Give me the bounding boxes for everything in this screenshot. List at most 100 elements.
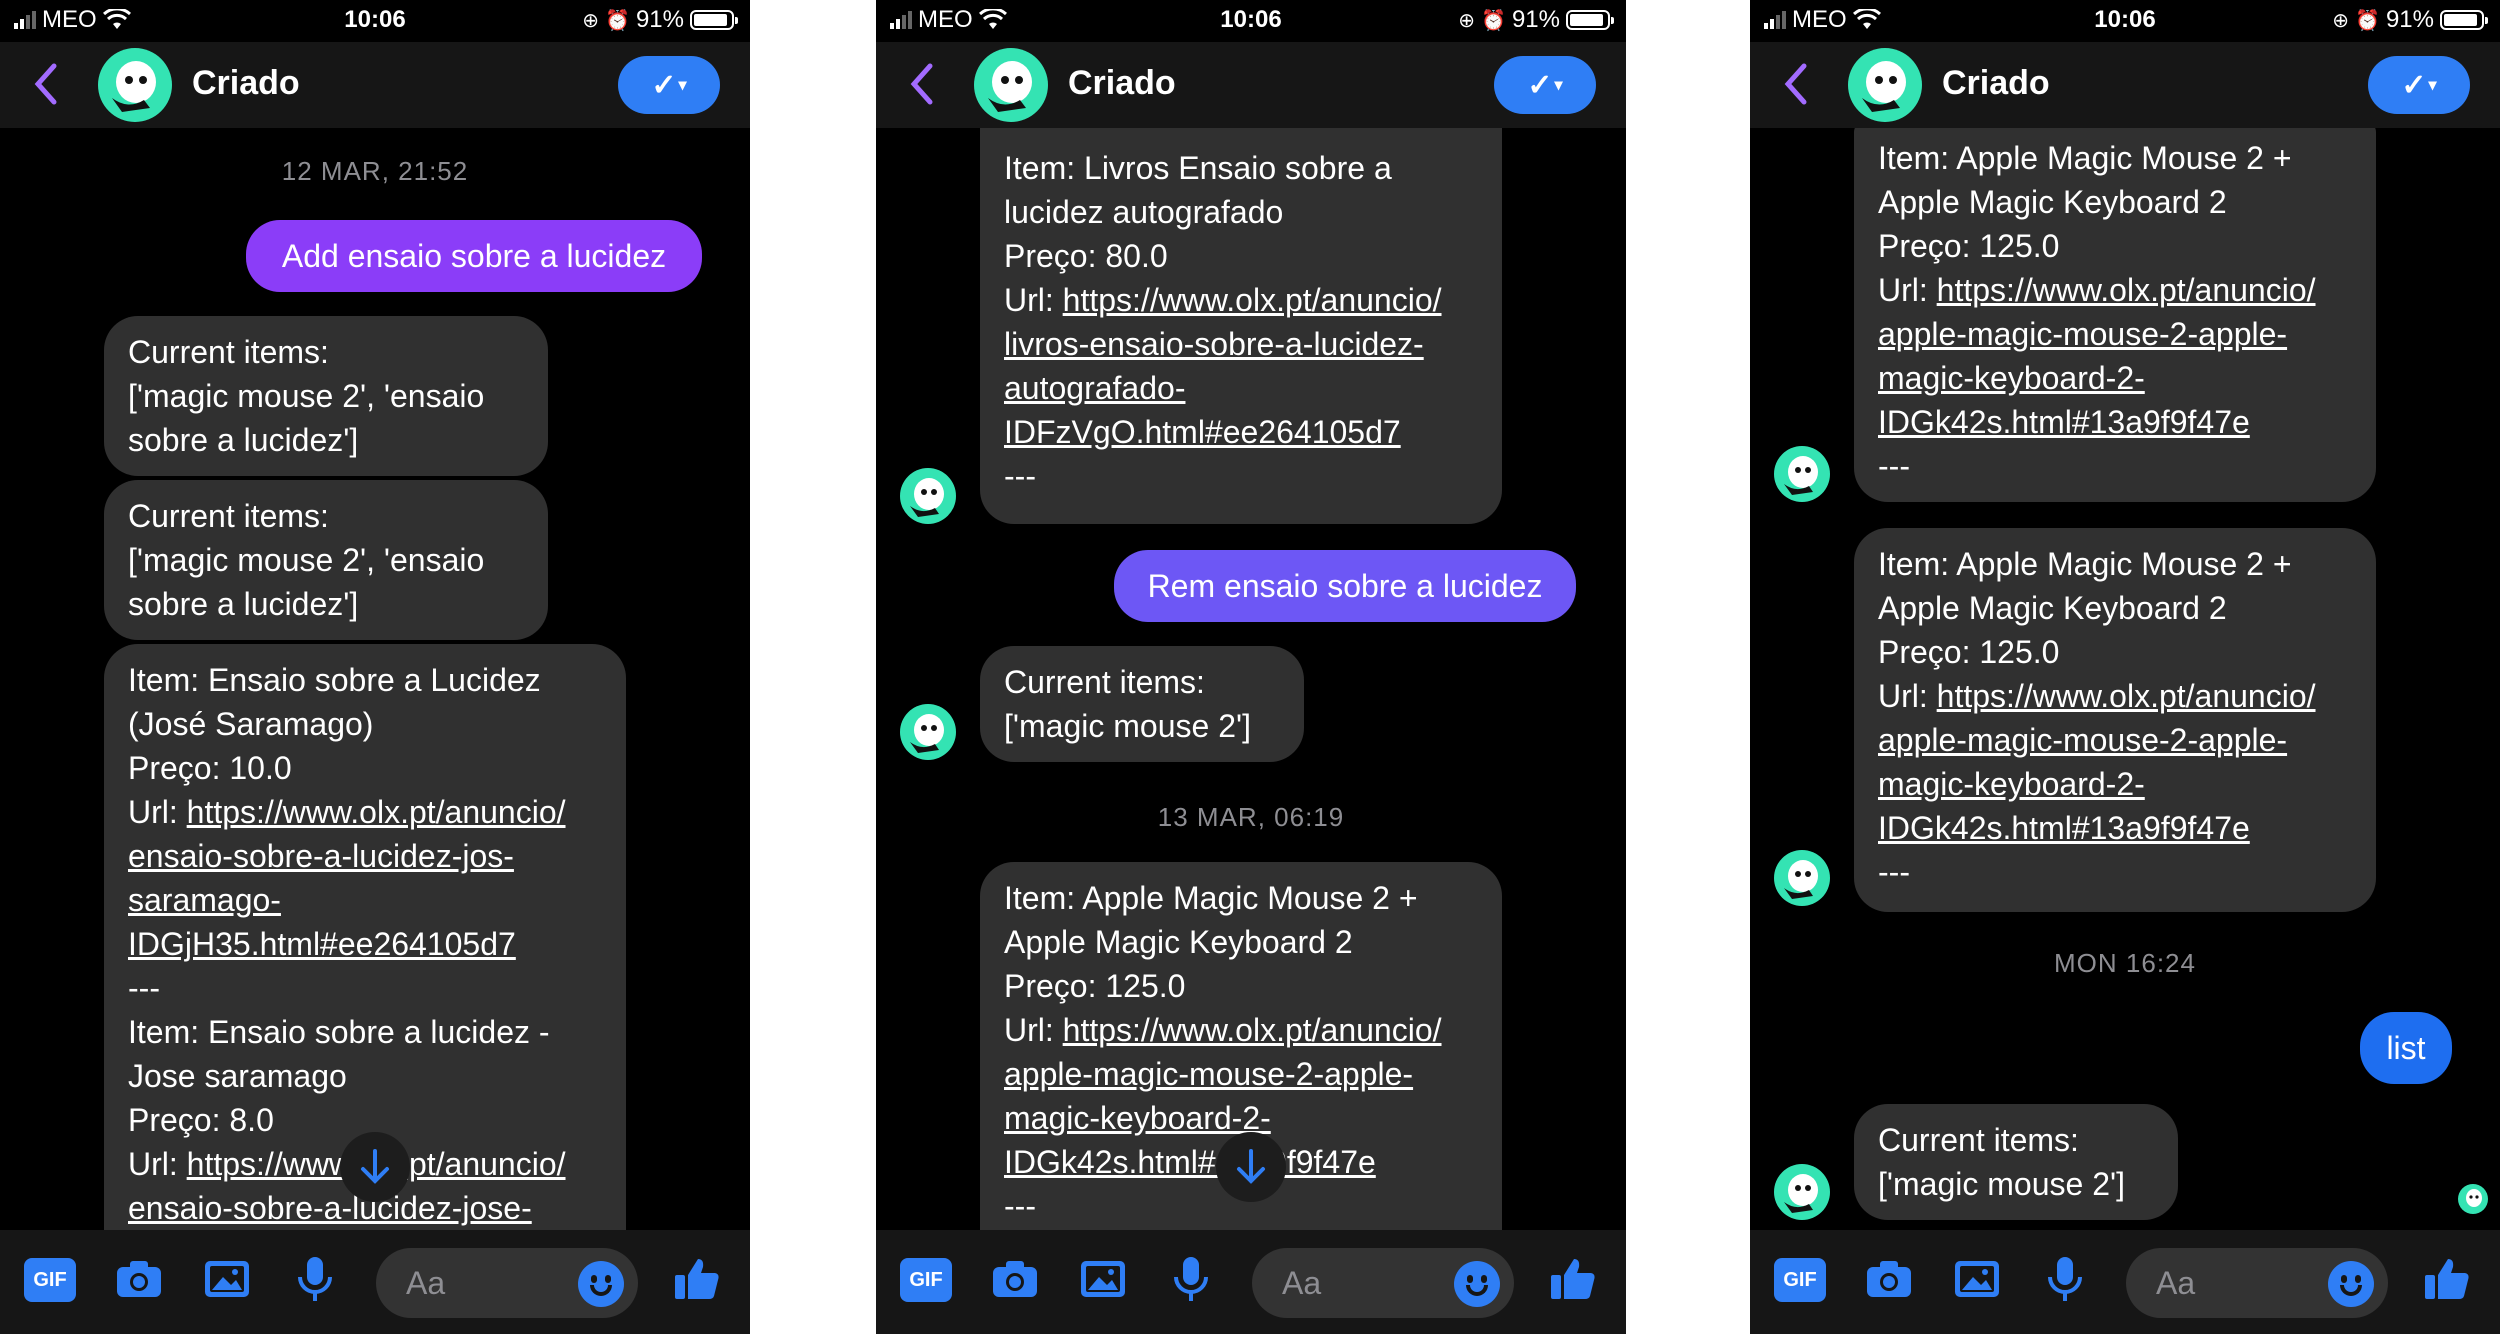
camera-icon [993, 1261, 1037, 1297]
camera-button[interactable] [1862, 1252, 1916, 1306]
like-button[interactable] [1546, 1252, 1600, 1306]
camera-button[interactable] [988, 1252, 1042, 1306]
message-line: Preço: 125.0 [1878, 228, 2060, 264]
listing-link[interactable]: saramago- [128, 882, 281, 918]
incoming-message[interactable]: Current items: ['magic mouse 2'] [1854, 1104, 2178, 1220]
incoming-message[interactable]: Current items: ['magic mouse 2', 'ensaio… [104, 480, 548, 640]
message-line: Item: Apple Magic Mouse 2 + [1878, 546, 2292, 582]
outgoing-message[interactable]: list [2360, 1012, 2452, 1084]
message-line: Current items: [128, 498, 329, 534]
message-list[interactable]: Item: Apple Magic Mouse 2 + Apple Magic … [1750, 128, 2500, 1230]
voice-button[interactable] [1164, 1252, 1218, 1306]
gif-button[interactable]: GIF [24, 1258, 76, 1302]
voice-button[interactable] [288, 1252, 342, 1306]
avatar[interactable] [974, 48, 1048, 122]
like-button[interactable] [2420, 1252, 2474, 1306]
message-composer[interactable] [1252, 1248, 1514, 1318]
listing-link[interactable]: magic-keyboard-2- [1878, 766, 2145, 802]
back-chevron-icon [1784, 63, 1807, 105]
voice-button[interactable] [2038, 1252, 2092, 1306]
message-list[interactable]: 12 MAR, 21:52 Add ensaio sobre a lucidez… [0, 128, 750, 1230]
scroll-to-bottom-button[interactable] [1216, 1132, 1286, 1202]
outgoing-message[interactable]: Rem ensaio sobre a lucidez [1114, 550, 1576, 622]
gif-button[interactable]: GIF [1774, 1258, 1826, 1302]
incoming-message[interactable]: --- Item: Livros Ensaio sobre a lucidez … [980, 128, 1502, 524]
listing-link[interactable]: apple-magic-mouse-2-apple- [1004, 1056, 1413, 1092]
listing-link[interactable]: livros-ensaio-sobre-a-lucidez- [1004, 326, 1424, 362]
contact-name[interactable]: Criado [192, 64, 300, 103]
orientation-lock-icon: ⊕ [582, 9, 600, 32]
message-line: ['magic mouse 2', 'ensaio [128, 542, 485, 578]
incoming-message[interactable]: Item: Apple Magic Mouse 2 + Apple Magic … [1854, 528, 2376, 912]
sender-avatar[interactable] [1774, 446, 1830, 502]
listing-link[interactable]: https://www.olx.pt/anuncio/ [1063, 1012, 1442, 1048]
message-composer[interactable] [376, 1248, 638, 1318]
message-composer[interactable] [2126, 1248, 2388, 1318]
message-list[interactable]: --- Item: Livros Ensaio sobre a lucidez … [876, 128, 1626, 1230]
listing-link[interactable]: IDGk42s.html#13a9f9f47e [1004, 1144, 1376, 1180]
checkmark-button[interactable]: ✓ ▾ [1494, 56, 1596, 114]
sender-avatar[interactable] [900, 468, 956, 524]
listing-link[interactable]: autografado- [1004, 370, 1185, 406]
chevron-down-icon: ▾ [1554, 77, 1563, 94]
emoji-icon[interactable] [1454, 1261, 1500, 1307]
message-line: Item: Apple Magic Mouse 2 + [1004, 880, 1418, 916]
contact-name[interactable]: Criado [1068, 64, 1176, 103]
message-line: --- [1878, 448, 1910, 484]
incoming-message[interactable]: Current items: ['magic mouse 2'] [980, 646, 1304, 762]
emoji-icon[interactable] [2328, 1261, 2374, 1307]
back-button[interactable] [902, 60, 942, 108]
message-line: Item: Ensaio sobre a lucidez - [128, 1014, 550, 1050]
sender-avatar[interactable] [900, 704, 956, 760]
checkmark-button[interactable]: ✓ ▾ [618, 56, 720, 114]
camera-icon [117, 1261, 161, 1297]
listing-link[interactable]: apple-magic-mouse-2-apple- [1878, 722, 2287, 758]
emoji-icon[interactable] [578, 1261, 624, 1307]
sender-avatar[interactable] [1774, 1164, 1830, 1220]
gallery-button[interactable] [1076, 1252, 1130, 1306]
listing-link[interactable]: https://www.olx.pt/anuncio/ [187, 794, 566, 830]
listing-link[interactable]: https://www.olx.pt/anuncio/ [1937, 272, 2316, 308]
sender-avatar[interactable] [1774, 850, 1830, 906]
gif-button[interactable]: GIF [900, 1258, 952, 1302]
avatar[interactable] [1848, 48, 1922, 122]
listing-link[interactable]: apple-magic-mouse-2-apple- [1878, 316, 2287, 352]
listing-link[interactable]: https://www.olx.pt/anuncio/ [1937, 678, 2316, 714]
composer-bar: GIF [0, 1230, 750, 1334]
listing-link[interactable]: IDGjH35.html#ee264105d7 [128, 926, 516, 962]
checkmark-button[interactable]: ✓ ▾ [2368, 56, 2470, 114]
camera-button[interactable] [112, 1252, 166, 1306]
message-line: ['magic mouse 2', 'ensaio [128, 378, 485, 414]
avatar[interactable] [98, 48, 172, 122]
outgoing-message[interactable]: Add ensaio sobre a lucidez [246, 220, 702, 292]
listing-link[interactable]: IDGk42s.html#13a9f9f47e [1878, 404, 2250, 440]
message-input[interactable] [1282, 1248, 1432, 1318]
listing-link[interactable]: https://www.olx.pt/anuncio/ [1063, 282, 1442, 318]
listing-link[interactable]: IDGk42s.html#13a9f9f47e [1878, 810, 2250, 846]
gallery-button[interactable] [200, 1252, 254, 1306]
back-button[interactable] [1776, 60, 1816, 108]
listing-link[interactable]: ensaio-sobre-a-lucidez-jos- [128, 838, 514, 874]
thumbs-up-icon [675, 1259, 719, 1299]
message-input[interactable] [2156, 1248, 2306, 1318]
battery-icon [690, 10, 738, 30]
timestamp: 13 MAR, 06:19 [1157, 802, 1345, 832]
incoming-message[interactable]: Current items: ['magic mouse 2', 'ensaio… [104, 316, 548, 476]
incoming-message[interactable]: Item: Apple Magic Mouse 2 + Apple Magic … [1854, 128, 2376, 502]
message-input[interactable] [406, 1248, 556, 1318]
like-button[interactable] [670, 1252, 724, 1306]
listing-link[interactable]: magic-keyboard-2- [1878, 360, 2145, 396]
listing-link[interactable]: magic-keyboard-2- [1004, 1100, 1271, 1136]
contact-name[interactable]: Criado [1942, 64, 2050, 103]
listing-link[interactable]: ensaio-sobre-a-lucidez-jose- [128, 1190, 532, 1226]
phone-screen-2: MEO 10:06 ⊕ ⏰ 91% Criado ✓▾ --- Item: Li… [876, 0, 1626, 1334]
back-button[interactable] [26, 60, 66, 108]
gallery-button[interactable] [1950, 1252, 2004, 1306]
status-bar: MEO 10:06 ⊕ ⏰ 91% [0, 0, 750, 42]
scroll-to-bottom-button[interactable] [340, 1132, 410, 1202]
thumbs-up-icon [1551, 1259, 1595, 1299]
message-line: Current items: [128, 334, 329, 370]
composer-bar: GIF [876, 1230, 1626, 1334]
url-label: Url: [1004, 1012, 1063, 1048]
listing-link[interactable]: IDFzVgO.html#ee264105d7 [1004, 414, 1401, 450]
